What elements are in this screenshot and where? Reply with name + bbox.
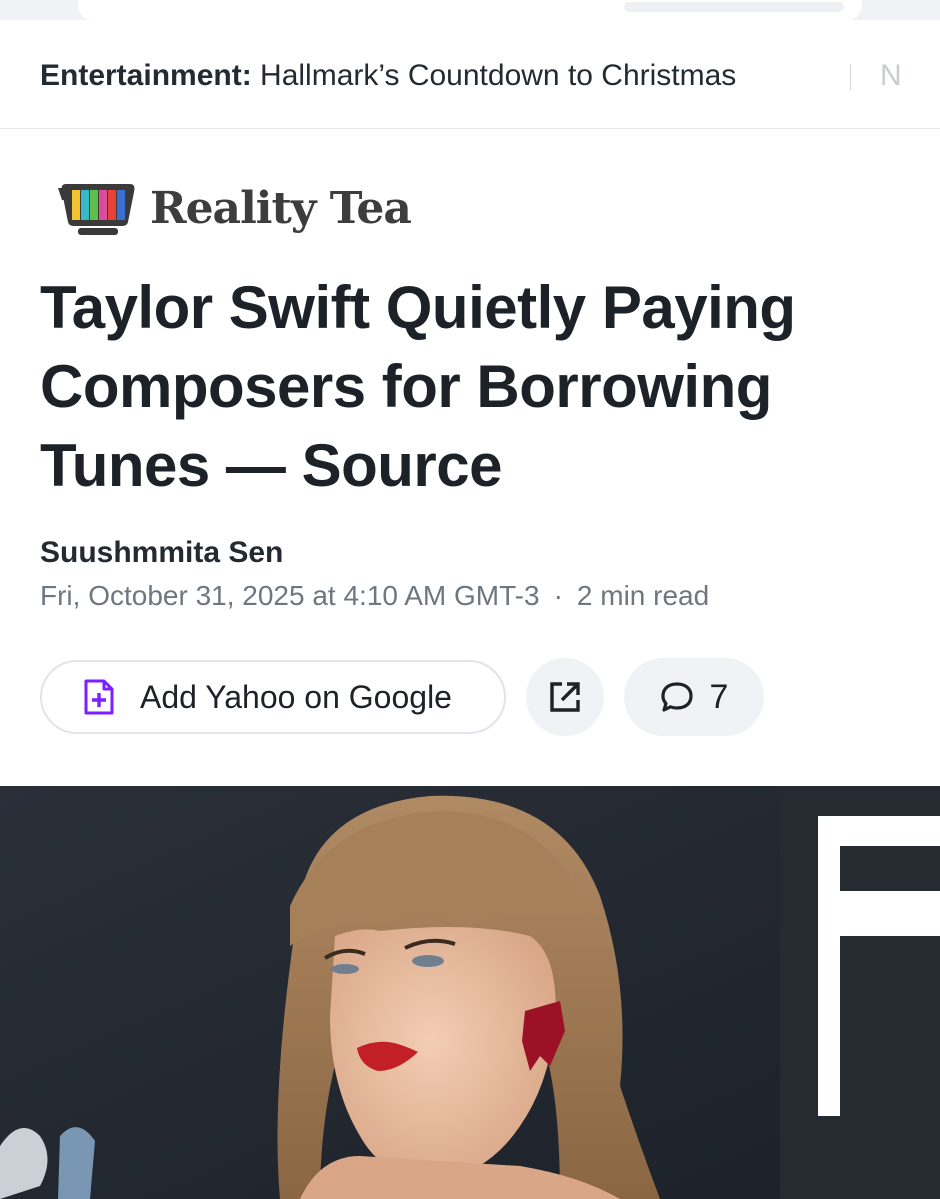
meta-separator: · [553, 580, 563, 611]
ticker-headline: Hallmark’s Countdown to Christmas [260, 59, 737, 92]
article-headline: Taylor Swift Quietly Paying Composers fo… [40, 274, 796, 499]
ticker-divider [850, 64, 851, 90]
article-hero-image[interactable] [0, 786, 940, 1199]
trending-ticker[interactable]: Entertainment: Hallmark’s Countdown to C… [0, 20, 940, 129]
ticker-item[interactable]: Entertainment: Hallmark’s Countdown to C… [40, 56, 736, 96]
add-yahoo-label: Add Yahoo on Google [140, 678, 452, 715]
ticker-category: Entertainment: [40, 59, 252, 92]
publisher-name: Reality Tea [150, 182, 412, 234]
read-time: 2 min read [576, 580, 710, 611]
ticker-next-item[interactable]: N [880, 56, 902, 96]
search-bar-placeholder [624, 2, 844, 12]
share-icon [550, 682, 580, 712]
article-actions: Add Yahoo on Google 7 [40, 658, 764, 736]
share-button[interactable] [526, 658, 604, 736]
comment-icon [660, 682, 693, 712]
search-bar[interactable] [78, 0, 862, 20]
top-bar [0, 0, 940, 20]
add-yahoo-on-google-button[interactable]: Add Yahoo on Google [40, 660, 506, 734]
comments-button[interactable]: 7 [624, 658, 764, 736]
article-author[interactable]: Suushmmita Sen [40, 536, 283, 570]
hero-photo [0, 786, 940, 1199]
publisher-logo[interactable]: Reality Tea [56, 176, 412, 240]
add-document-icon [84, 679, 114, 715]
publish-date: Fri, October 31, 2025 at 4:10 AM GMT-3 [40, 580, 540, 611]
comment-count: 7 [709, 677, 729, 716]
tv-logo-icon [58, 184, 135, 235]
article-meta: Fri, October 31, 2025 at 4:10 AM GMT-3 · 2… [40, 580, 709, 612]
